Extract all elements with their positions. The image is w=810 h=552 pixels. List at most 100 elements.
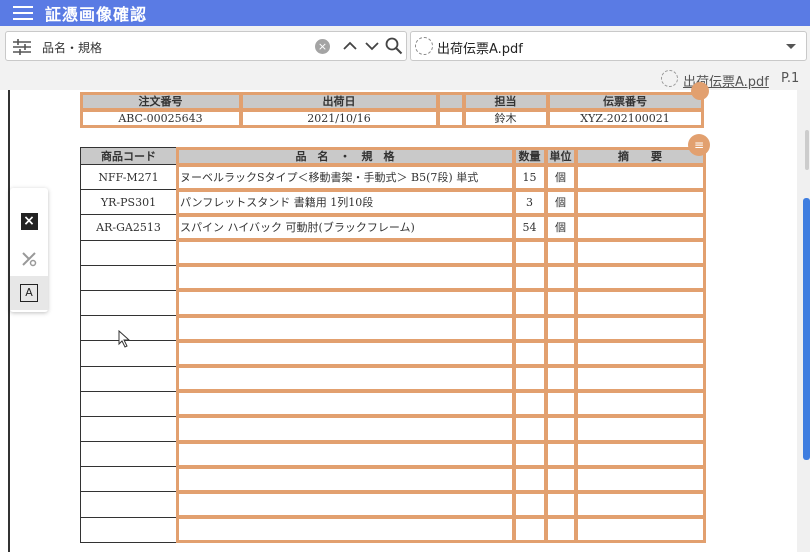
item-unit[interactable] <box>544 339 577 368</box>
item-note[interactable] <box>574 390 706 418</box>
item-unit[interactable] <box>544 490 577 519</box>
column-header[interactable]: 単位 <box>544 146 577 166</box>
item-note[interactable] <box>574 289 706 317</box>
dropdown-arrow-icon[interactable] <box>786 44 796 49</box>
item-unit[interactable] <box>544 264 577 292</box>
list-icon[interactable]: ≡ <box>688 134 710 156</box>
item-quantity[interactable] <box>512 440 547 468</box>
header-cell[interactable]: 伝票番号 <box>546 91 704 111</box>
search-box[interactable]: 品名・規格 × <box>5 31 407 61</box>
scroll-thumb[interactable] <box>803 198 810 460</box>
item-note[interactable] <box>574 364 706 393</box>
column-header[interactable]: 品 名 ・ 規 格 <box>175 146 515 166</box>
document-viewer[interactable]: 注文番号 出荷日 担当 伝票番号 ABC-00025643 2021/10/16… <box>0 82 810 552</box>
item-note[interactable] <box>574 516 706 544</box>
column-header[interactable]: 摘 要 <box>574 146 706 166</box>
item-code <box>80 491 177 518</box>
filter-settings-icon[interactable] <box>12 39 32 55</box>
item-name[interactable] <box>175 314 515 342</box>
header-table-marker[interactable] <box>691 82 709 100</box>
item-name[interactable]: スパイン ハイバック 可動肘(ブラックフレーム) <box>175 213 515 242</box>
item-quantity[interactable] <box>512 264 547 292</box>
item-note[interactable] <box>574 314 706 342</box>
item-quantity[interactable]: 3 <box>512 188 547 216</box>
item-name[interactable] <box>175 440 515 468</box>
item-note[interactable] <box>574 490 706 519</box>
item-note[interactable] <box>574 188 706 216</box>
item-quantity[interactable] <box>512 289 547 317</box>
header-cell[interactable]: 担当 <box>462 91 549 111</box>
item-name[interactable] <box>175 339 515 368</box>
chevron-down-icon[interactable] <box>364 38 380 54</box>
item-unit[interactable] <box>544 415 577 443</box>
text-box-icon: A <box>20 284 38 302</box>
search-icon[interactable] <box>385 37 403 55</box>
item-quantity[interactable] <box>512 415 547 443</box>
item-unit[interactable] <box>544 314 577 342</box>
table-row <box>80 314 706 342</box>
item-name[interactable] <box>175 516 515 544</box>
item-note[interactable] <box>574 440 706 468</box>
item-quantity[interactable] <box>512 490 547 519</box>
item-note[interactable] <box>574 264 706 292</box>
item-quantity[interactable] <box>512 364 547 393</box>
ship-date[interactable]: 2021/10/16 <box>239 108 439 128</box>
tool-palette: × A <box>10 188 48 312</box>
item-note[interactable] <box>574 339 706 368</box>
order-number[interactable]: ABC-00025643 <box>79 108 242 128</box>
item-quantity[interactable] <box>512 239 547 267</box>
search-input[interactable]: 品名・規格 <box>42 39 102 56</box>
item-note[interactable] <box>574 163 706 191</box>
item-code <box>80 441 177 468</box>
item-quantity[interactable] <box>512 390 547 418</box>
item-code <box>80 466 177 493</box>
close-tool[interactable]: × <box>10 204 48 238</box>
item-name[interactable]: ヌーベルラックSタイプ＜移動書架・手動式＞ B5(7段) 単式 <box>175 163 515 191</box>
text-select-tool[interactable]: A <box>10 276 48 310</box>
item-name[interactable] <box>175 264 515 292</box>
item-note[interactable] <box>574 465 706 493</box>
item-name[interactable] <box>175 364 515 393</box>
item-unit[interactable] <box>544 289 577 317</box>
item-name[interactable]: パンフレットスタンド 書籍用 1列10段 <box>175 188 515 216</box>
vertical-scrollbar[interactable] <box>797 90 810 552</box>
column-header[interactable]: 数量 <box>512 146 547 166</box>
item-name[interactable] <box>175 415 515 443</box>
item-quantity[interactable] <box>512 516 547 544</box>
app-bar: 証憑画像確認 <box>0 0 810 26</box>
item-name[interactable] <box>175 239 515 267</box>
item-unit[interactable] <box>544 440 577 468</box>
staff-name[interactable]: 鈴木 <box>462 108 549 128</box>
item-note[interactable] <box>574 213 706 242</box>
item-name[interactable] <box>175 490 515 519</box>
item-note[interactable] <box>574 239 706 267</box>
header-cell[interactable] <box>436 91 465 111</box>
item-name[interactable] <box>175 289 515 317</box>
item-quantity[interactable] <box>512 465 547 493</box>
item-unit[interactable]: 個 <box>544 213 577 242</box>
file-select[interactable]: 出荷伝票A.pdf <box>410 31 807 61</box>
item-unit[interactable] <box>544 239 577 267</box>
item-unit[interactable]: 個 <box>544 188 577 216</box>
clear-search-icon[interactable]: × <box>315 39 330 54</box>
item-quantity[interactable]: 15 <box>512 163 547 191</box>
item-unit[interactable] <box>544 465 577 493</box>
hamburger-menu-icon[interactable] <box>13 6 33 20</box>
item-unit[interactable]: 個 <box>544 163 577 191</box>
slip-number[interactable]: XYZ-202100021 <box>546 108 704 128</box>
chevron-up-icon[interactable] <box>342 38 358 54</box>
item-unit[interactable] <box>544 364 577 393</box>
item-name[interactable] <box>175 390 515 418</box>
item-quantity[interactable] <box>512 314 547 342</box>
item-code <box>80 239 177 266</box>
item-note[interactable] <box>574 415 706 443</box>
item-quantity[interactable]: 54 <box>512 213 547 242</box>
item-name[interactable] <box>175 465 515 493</box>
cut-tool[interactable] <box>10 242 48 276</box>
header-cell[interactable]: 出荷日 <box>239 91 439 111</box>
blank-cell[interactable] <box>436 108 465 128</box>
item-unit[interactable] <box>544 390 577 418</box>
item-unit[interactable] <box>544 516 577 544</box>
header-cell[interactable]: 注文番号 <box>79 91 242 111</box>
item-quantity[interactable] <box>512 339 547 368</box>
